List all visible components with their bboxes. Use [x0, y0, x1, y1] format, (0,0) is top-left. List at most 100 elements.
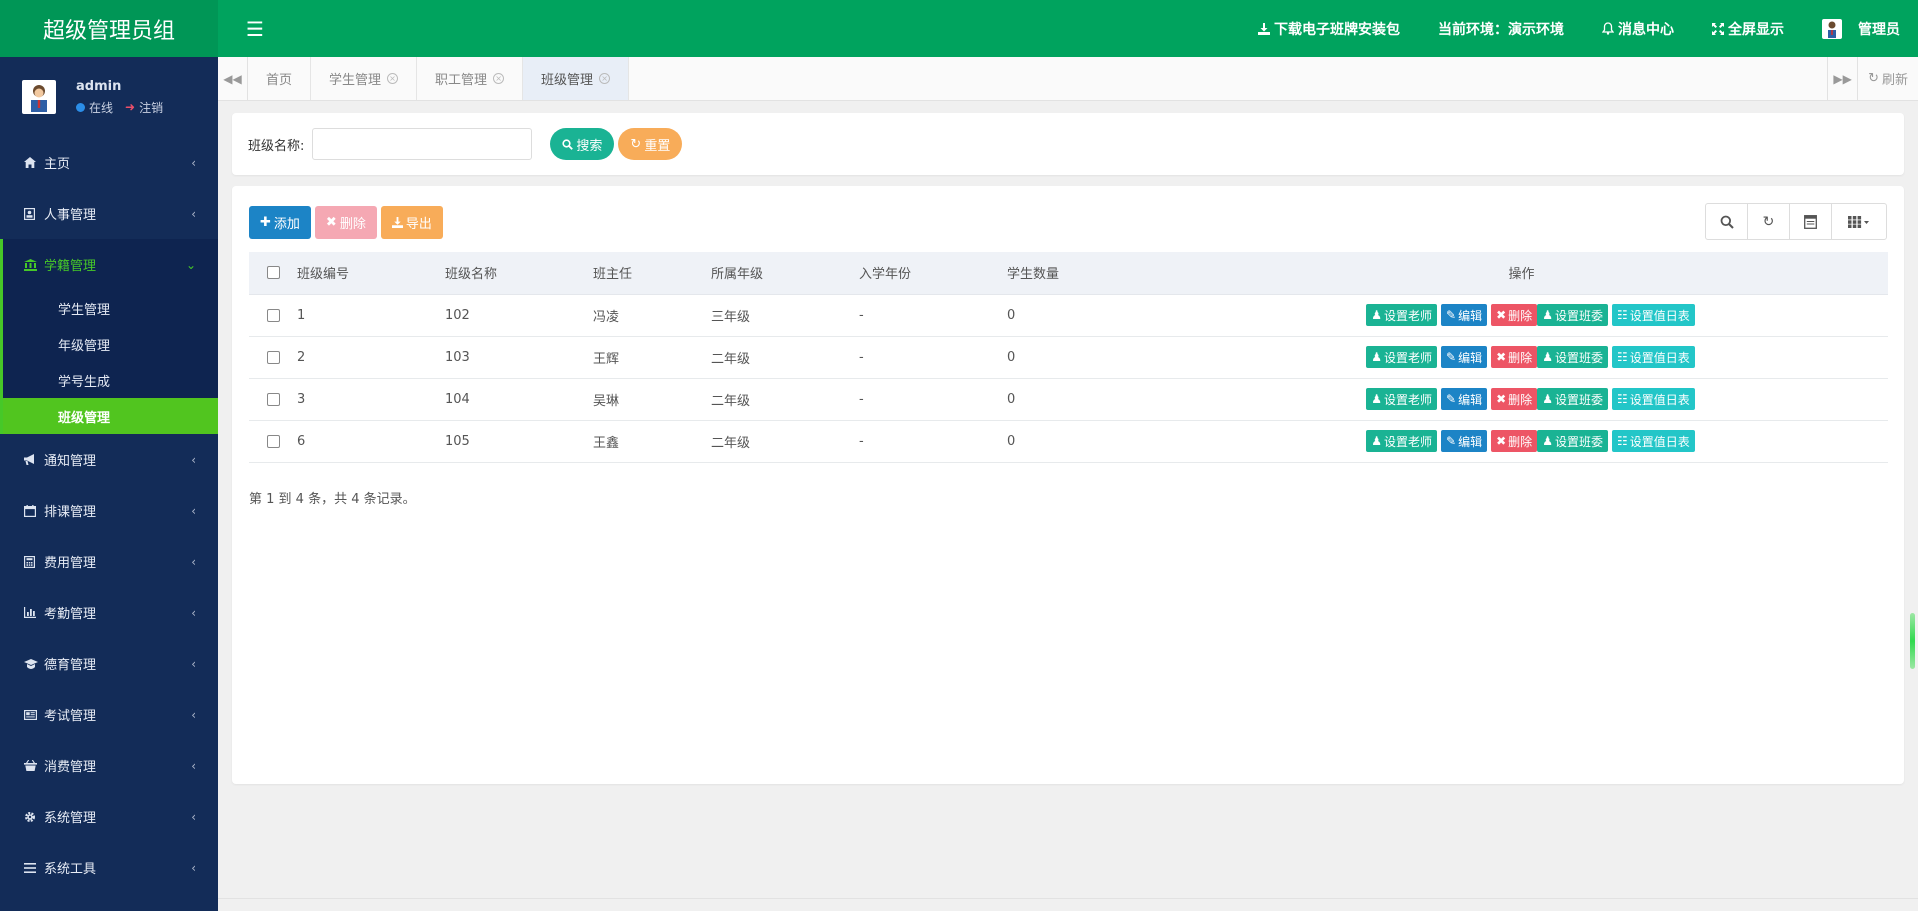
header-enroll-year[interactable]: 入学年份	[859, 252, 1007, 295]
sidebar-item-system-tools[interactable]: 系统工具 ‹	[0, 842, 218, 893]
search-button[interactable]: 搜索	[550, 128, 615, 160]
sidebar-subitem-class-management[interactable]: 班级管理	[3, 398, 218, 434]
sidebar: admin 在线 ➜ 注销 主页 ‹ 人事管理 ‹ 学籍管理 ⌄ 学生管理 年级…	[0, 57, 218, 911]
graduation-cap-icon	[24, 658, 38, 669]
refresh-icon[interactable]: ↻	[1748, 204, 1790, 239]
class-name-input[interactable]	[312, 128, 533, 160]
add-button[interactable]: ✚ 添加	[249, 206, 311, 239]
toggle-view-icon[interactable]	[1790, 204, 1832, 239]
set-teacher-button[interactable]: ♟ 设置老师	[1366, 304, 1438, 326]
row-checkbox[interactable]	[266, 392, 280, 406]
sidebar-item-student-records[interactable]: 学籍管理 ⌄	[0, 239, 218, 290]
delete-row-button[interactable]: ✖ 删除	[1491, 346, 1538, 368]
sidebar-item-personnel[interactable]: 人事管理 ‹	[0, 188, 218, 239]
edit-button[interactable]: ✎ 编辑	[1441, 388, 1488, 410]
sidebar-item-home[interactable]: 主页 ‹	[0, 137, 218, 188]
class-table-panel: ✚ 添加 ✖ 删除 导出 ↻ 班级编号 班级名称 班主任 所属年级 入学年份 学…	[232, 186, 1904, 784]
set-duty-roster-button[interactable]: ☷ 设置值日表	[1611, 304, 1695, 326]
sidebar-item-attendance[interactable]: 考勤管理 ‹	[0, 587, 218, 638]
close-icon: ✖	[325, 215, 337, 230]
fullscreen-button[interactable]: 全屏显示	[1712, 19, 1784, 39]
row-checkbox[interactable]	[266, 308, 280, 322]
pagination-summary: 第 1 到 4 条，共 4 条记录。	[249, 492, 416, 507]
refresh-icon: ↻	[630, 136, 642, 152]
set-duty-roster-button[interactable]: ☷ 设置值日表	[1611, 388, 1695, 410]
sidebar-item-consumption[interactable]: 消费管理 ‹	[0, 740, 218, 791]
tabs-scroll-right-icon[interactable]: ▶▶	[1827, 57, 1857, 100]
tabs-scroll-left-icon[interactable]: ◀◀	[218, 57, 248, 100]
table-row: 1 102 冯凌 三年级 - 0 ♟ 设置老师 ✎ 编辑 ✖ 删除 ♟ 设置班委 ☷ 设置…	[249, 294, 1888, 337]
header-student-count[interactable]: 学生数量	[1007, 252, 1155, 295]
sidebar-item-system-management[interactable]: 系统管理 ‹	[0, 791, 218, 842]
close-icon[interactable]: ×	[493, 73, 505, 84]
menu-toggle-icon[interactable]: ☰	[246, 17, 264, 41]
table-row: 2 103 王辉 二年级 - 0 ♟ 设置老师 ✎ 编辑 ✖ 删除 ♟ 设置班委 ☷ 设置…	[249, 336, 1888, 379]
sidebar-item-moral-education[interactable]: 德育管理 ‹	[0, 638, 218, 689]
tab-student-management[interactable]: 学生管理 ×	[311, 57, 418, 100]
set-committee-button[interactable]: ♟ 设置班委	[1537, 430, 1608, 452]
cell-student-count: 0	[1007, 420, 1155, 463]
scrollbar-thumb[interactable]	[1910, 613, 1915, 669]
cell-class-id: 1	[297, 294, 445, 337]
message-center-link[interactable]: 消息中心	[1602, 19, 1674, 39]
close-icon[interactable]: ×	[599, 73, 611, 84]
edit-button[interactable]: ✎ 编辑	[1441, 304, 1488, 326]
row-checkbox[interactable]	[266, 350, 280, 364]
environment-indicator[interactable]: 当前环境：演示环境	[1438, 19, 1564, 39]
set-duty-roster-button[interactable]: ☷ 设置值日表	[1611, 430, 1695, 452]
list-icon: ☷	[1616, 308, 1628, 322]
table-tools: ↻	[1705, 203, 1887, 240]
reset-button[interactable]: ↻ 重置	[618, 128, 683, 160]
export-button[interactable]: 导出	[380, 206, 443, 239]
logout-link[interactable]: 注销	[139, 99, 163, 116]
columns-grid-icon[interactable]	[1832, 204, 1886, 239]
set-teacher-button[interactable]: ♟ 设置老师	[1366, 346, 1438, 368]
delete-button[interactable]: ✖ 删除	[314, 206, 377, 239]
search-toggle-icon[interactable]	[1706, 204, 1748, 239]
refresh-tab-button[interactable]: ↻ 刷新	[1857, 57, 1918, 100]
close-icon[interactable]: ×	[387, 73, 399, 84]
download-package-link[interactable]: 下载电子班牌安装包	[1258, 19, 1400, 39]
avatar	[22, 80, 56, 114]
logout-icon[interactable]: ➜	[125, 100, 135, 114]
sidebar-item-notifications[interactable]: 通知管理 ‹	[0, 434, 218, 485]
set-committee-button[interactable]: ♟ 设置班委	[1537, 304, 1608, 326]
header-class-name[interactable]: 班级名称	[445, 252, 593, 295]
delete-row-button[interactable]: ✖ 删除	[1491, 304, 1538, 326]
sidebar-item-fees[interactable]: 费用管理 ‹	[0, 536, 218, 587]
chevron-left-icon: ‹	[191, 503, 196, 518]
sidebar-subitem-grade-management[interactable]: 年级管理	[3, 326, 218, 362]
set-committee-button[interactable]: ♟ 设置班委	[1537, 388, 1608, 410]
header-class-id[interactable]: 班级编号	[297, 252, 445, 295]
header-head-teacher[interactable]: 班主任	[593, 252, 711, 295]
sidebar-subitem-student-id-generation[interactable]: 学号生成	[3, 362, 218, 398]
row-checkbox[interactable]	[266, 434, 280, 448]
list-icon: ☷	[1616, 434, 1628, 448]
sidebar-item-scheduling[interactable]: 排课管理 ‹	[0, 485, 218, 536]
edit-button[interactable]: ✎ 编辑	[1441, 346, 1488, 368]
cell-enroll-year: -	[859, 378, 1007, 421]
edit-button[interactable]: ✎ 编辑	[1441, 430, 1488, 452]
delete-row-button[interactable]: ✖ 删除	[1491, 430, 1538, 452]
tab-class-management[interactable]: 班级管理 ×	[523, 57, 630, 100]
set-duty-roster-button[interactable]: ☷ 设置值日表	[1611, 346, 1695, 368]
set-committee-button[interactable]: ♟ 设置班委	[1537, 346, 1608, 368]
edit-icon: ✎	[1446, 434, 1457, 448]
tab-home[interactable]: 首页	[248, 57, 312, 100]
close-icon: ✖	[1496, 434, 1507, 448]
online-status-dot-icon	[76, 102, 85, 112]
class-table: 班级编号 班级名称 班主任 所属年级 入学年份 学生数量 操作 1 102 冯凌…	[249, 252, 1888, 463]
sidebar-item-exams[interactable]: 考试管理 ‹	[0, 689, 218, 740]
admin-user-menu[interactable]: 管理员	[1822, 18, 1900, 39]
sidebar-subitem-student-management[interactable]: 学生管理	[3, 290, 218, 326]
edit-icon: ✎	[1446, 392, 1457, 406]
select-all-checkbox[interactable]	[266, 266, 280, 280]
set-teacher-button[interactable]: ♟ 设置老师	[1366, 430, 1438, 452]
delete-row-button[interactable]: ✖ 删除	[1491, 388, 1538, 410]
home-icon	[24, 157, 38, 168]
cell-class-name: 103	[445, 336, 593, 379]
header-grade[interactable]: 所属年级	[711, 252, 859, 295]
online-status: 在线	[89, 100, 114, 115]
set-teacher-button[interactable]: ♟ 设置老师	[1366, 388, 1438, 410]
tab-staff-management[interactable]: 职工管理 ×	[417, 57, 524, 100]
